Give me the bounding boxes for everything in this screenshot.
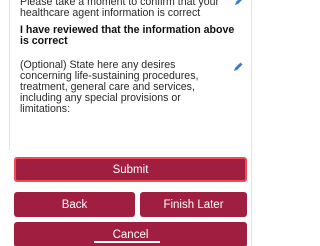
finish-later-button[interactable]: Finish Later: [140, 192, 247, 217]
optional-wishes-prompt: (Optional) State here any desires concer…: [20, 59, 199, 115]
back-button[interactable]: Back: [14, 192, 135, 217]
action-buttons: Submit Back Finish Later Cancel: [9, 150, 252, 246]
reviewed-statement: I have reviewed that the information abo…: [20, 24, 235, 47]
pencil-icon[interactable]: [232, 61, 244, 73]
agent-info-instruction: Please take a moment to confirm that you…: [20, 0, 220, 19]
home-indicator: [94, 241, 160, 243]
form-screen: Please take a moment to confirm that you…: [9, 0, 252, 246]
app-frame: Please take a moment to confirm that you…: [0, 0, 260, 246]
pencil-icon[interactable]: [233, 0, 245, 7]
submit-button[interactable]: Submit: [14, 157, 247, 182]
